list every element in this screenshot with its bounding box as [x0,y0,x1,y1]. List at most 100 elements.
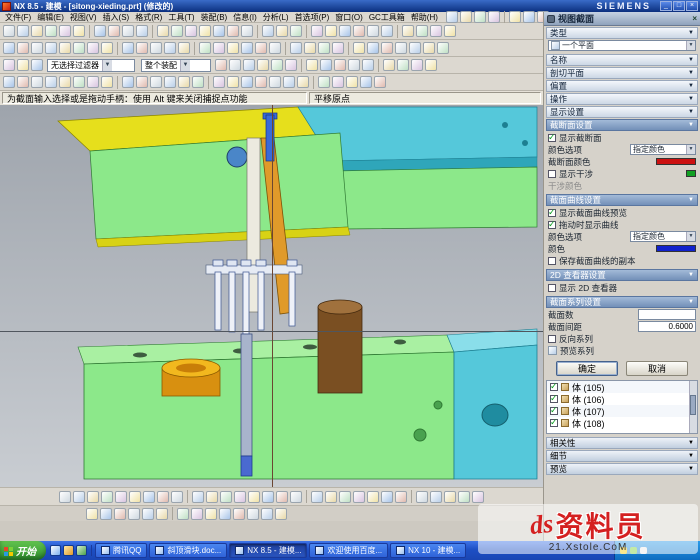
checkbox-checked[interactable] [548,134,556,142]
lower-mold-plate[interactable] [78,335,454,479]
toolbar-icon[interactable] [234,491,246,503]
toolbar-icon[interactable] [115,491,127,503]
cap-color-swatch[interactable] [656,158,696,165]
toolbar-icon[interactable] [171,25,183,37]
checkbox-unchecked[interactable] [548,284,556,292]
toolbar-icon[interactable] [178,42,190,54]
show-curve-drag-row[interactable]: 拖动时显示曲线 [548,219,696,230]
toolbar-icon[interactable] [229,59,241,71]
ok-button[interactable]: 确定 [556,361,618,376]
title-bar[interactable]: NX 8.5 - 建模 - [sitong-xieding.prt] (修改的)… [0,0,700,12]
taskbar-item[interactable]: 欢迎使用百度... [309,543,388,558]
toolbar-icon[interactable] [416,491,428,503]
dialog-close-icon[interactable]: × [692,14,697,23]
taskbar-item[interactable]: 腾讯QQ [95,543,147,558]
toolbar-icon[interactable] [122,25,134,37]
toolbar-icon[interactable] [178,76,190,88]
cancel-button[interactable]: 取消 [626,361,688,376]
toolbar-icon[interactable] [339,491,351,503]
toolbar-icon[interactable] [192,491,204,503]
toolbar-icon[interactable] [59,42,71,54]
upper-mold-plate[interactable] [58,107,537,247]
toolbar-icon[interactable] [255,42,267,54]
orange-boss[interactable] [162,359,220,396]
toolbar-icon[interactable] [17,59,29,71]
toolbar-icon[interactable] [122,42,134,54]
show-curve-preview-row[interactable]: 显示截面曲线预览 [548,207,696,218]
toolbar-icon[interactable] [206,491,218,503]
section-header-2d-viewer[interactable]: 2D 查看器设置 ▼ [546,269,698,281]
start-button[interactable]: 开始 [0,541,46,560]
toolbar-icon[interactable] [164,42,176,54]
viewport-3d[interactable] [0,105,543,487]
panel-bar[interactable]: 预览▼ [546,463,698,475]
checkbox-checked[interactable] [548,221,556,229]
toolbar-icon[interactable] [362,59,374,71]
toolbar-icon[interactable] [353,42,365,54]
toolbar-icon[interactable] [3,42,15,54]
toolbar-icon[interactable] [241,76,253,88]
toolbar-icon[interactable] [395,491,407,503]
checkbox-checked[interactable] [550,419,558,427]
panel-bar[interactable]: 细节▼ [546,450,698,462]
toolbar-icon[interactable] [290,491,302,503]
toolbar-icon[interactable] [3,76,15,88]
toolbar-icon[interactable] [101,76,113,88]
toolbar-icon[interactable] [100,508,112,520]
toolbar-icon[interactable] [269,76,281,88]
toolbar-icon[interactable] [332,42,344,54]
navigator-list[interactable]: 体 (105)体 (106)体 (107)体 (108) [546,380,698,434]
toolbar-icon[interactable] [17,25,29,37]
toolbar-icon[interactable] [101,491,113,503]
toolbar-icon[interactable] [164,76,176,88]
toolbar-icon[interactable] [3,59,15,71]
curve-color-option-combo[interactable]: 指定颜色 ▼ [630,231,696,242]
toolbar-icon[interactable] [276,25,288,37]
toolbar-icon[interactable] [297,76,309,88]
toolbar-icon[interactable] [446,11,458,23]
checkbox-checked[interactable] [550,407,558,415]
center-ejector-pin[interactable] [241,334,252,476]
toolbar-icon[interactable] [409,42,421,54]
taskbar-item[interactable]: NX 8.5 - 建模... [229,543,307,558]
toolbar-icon[interactable] [192,76,204,88]
toolbar-icon[interactable] [311,25,323,37]
menu-item[interactable]: 工具(T) [165,12,197,23]
checkbox-checked[interactable] [548,209,556,217]
toolbar-icon[interactable] [227,76,239,88]
list-item[interactable]: 体 (105) [547,381,697,393]
toolbar-icon[interactable] [360,76,372,88]
toolbar-icon[interactable] [275,508,287,520]
checkbox-unchecked[interactable] [548,335,556,343]
toolbar-icon[interactable] [86,508,98,520]
toolbar-icon[interactable] [285,59,297,71]
toolbar-icon[interactable] [255,76,267,88]
toolbar-icon[interactable] [320,59,332,71]
list-item[interactable]: 体 (106) [547,393,697,405]
toolbar-icon[interactable] [136,25,148,37]
toolbar-icon[interactable] [318,76,330,88]
toolbar-icon[interactable] [271,59,283,71]
checkbox-checked[interactable] [550,383,558,391]
toolbar-icon[interactable] [367,42,379,54]
toolbar-icon[interactable] [472,491,484,503]
toolbar-icon[interactable] [150,42,162,54]
toolbar-icon[interactable] [45,25,57,37]
toolbar-icon[interactable] [227,42,239,54]
toolbar-icon[interactable] [150,76,162,88]
toolbar-icon[interactable] [381,42,393,54]
checkbox-unchecked[interactable] [548,257,556,265]
show-2d-viewer-row[interactable]: 显示 2D 查看器 [548,282,696,293]
menu-item[interactable]: 编辑(E) [34,12,67,23]
menu-item[interactable]: 信息(I) [230,12,260,23]
toolbar-combo[interactable]: 无选择过滤器▼ [47,59,135,72]
toolbar-icon[interactable] [17,76,29,88]
toolbar-icon[interactable] [334,59,346,71]
toolbar-icon[interactable] [59,76,71,88]
toolbar-icon[interactable] [215,59,227,71]
toolbar-icon[interactable] [474,11,486,23]
menu-item[interactable]: 插入(S) [100,12,133,23]
toolbar-icon[interactable] [87,76,99,88]
quick-launch-icon[interactable] [50,545,61,556]
toolbar-icon[interactable] [73,42,85,54]
